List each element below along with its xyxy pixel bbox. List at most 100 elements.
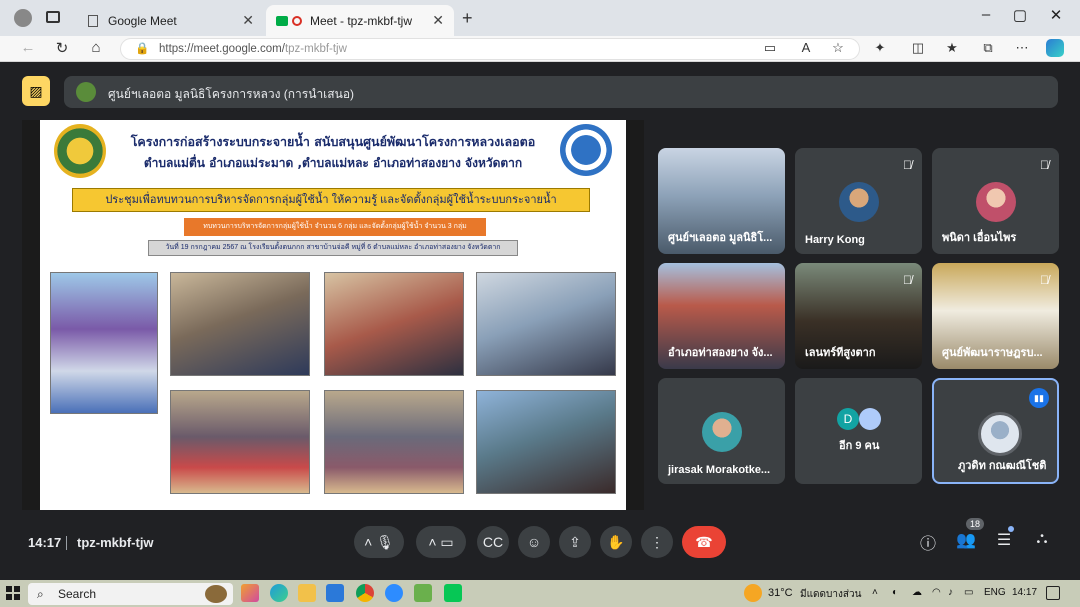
search-label: Search xyxy=(58,587,97,601)
copilot-icon[interactable] xyxy=(1046,39,1064,57)
meet-logo-icon xyxy=(276,15,288,26)
clock[interactable]: 14:17 xyxy=(1012,587,1037,598)
mail-app-icon[interactable] xyxy=(326,584,344,602)
participant-tile[interactable]: 🎙̸ Harry Kong xyxy=(795,148,922,254)
recording-icon xyxy=(292,15,302,26)
participant-tile-speaking[interactable]: ▮▮ ภูวดิท กณฒณีโชติ xyxy=(932,378,1059,484)
favorites-icon[interactable]: ★ xyxy=(942,40,962,56)
presenter-name: ศูนย์ฯเลอตอ มูลนิธิโครงการหลวง (การนำเสน… xyxy=(108,87,355,101)
participant-tile[interactable]: jirasak Morakotke... xyxy=(658,378,785,484)
address-toolbar: ← ↻ ⌂ 🔒 https://meet.google.com/tpz-mkbf… xyxy=(0,36,1080,62)
more-options-button[interactable]: ⋮ xyxy=(641,526,673,558)
weather-desc[interactable]: มีแดดบางส่วน xyxy=(800,587,861,602)
meet-call-area: ▨ ศูนย์ฯเลอตอ มูลนิธิโครงการหลวง (การนำเ… xyxy=(0,62,1080,580)
participant-tile[interactable]: D อีก 9 คน xyxy=(795,378,922,484)
close-window-icon[interactable]: ✕ xyxy=(1044,6,1068,24)
participant-tile[interactable]: 🎙̸ เลนทร์ทีสูงตาก xyxy=(795,263,922,369)
people-icon[interactable]: 👥 xyxy=(953,530,979,550)
participant-name: เลนทร์ทีสูงตาก xyxy=(805,347,876,359)
app-icon[interactable] xyxy=(414,584,432,602)
profile-icon[interactable] xyxy=(14,9,32,27)
raise-hand-button[interactable]: ✋ xyxy=(600,526,632,558)
mic-off-icon: 🎙̸ xyxy=(903,273,912,287)
stop-presenting-button[interactable]: ▨ xyxy=(22,76,50,106)
new-tab-button[interactable]: + xyxy=(462,8,473,29)
slide-photo xyxy=(170,272,310,376)
minimize-icon[interactable]: – xyxy=(974,6,998,23)
chat-icon[interactable]: ☰ xyxy=(991,530,1017,550)
start-icon[interactable] xyxy=(6,586,20,600)
present-button[interactable]: ⇪ xyxy=(559,526,591,558)
wifi-icon[interactable]: ◠ xyxy=(932,587,941,598)
captions-button[interactable]: CC xyxy=(477,526,509,558)
address-input[interactable]: 🔒 https://meet.google.com/tpz-mkbf-tjw xyxy=(120,38,860,60)
notifications-icon[interactable] xyxy=(1046,586,1060,600)
participant-tile[interactable]: 🎙̸ พนิดา เอื่อนไพร xyxy=(932,148,1059,254)
camera-in-use-icon[interactable]: ▭ xyxy=(760,40,780,56)
participant-name: ศูนย์ฯเลอตอ มูลนิธิโ... xyxy=(668,232,773,244)
tab-google-meet[interactable]: Google Meet ✕ xyxy=(78,5,264,36)
copilot-app-icon[interactable] xyxy=(241,584,259,602)
participant-tile[interactable]: อำเภอท่าสองยาง จัง... xyxy=(658,263,785,369)
windows-taskbar: ⌕ Search 31°C มีแดดบางส่วน ˄ ◐ ☁ ◠ ♪ ▭ E… xyxy=(0,580,1080,607)
tray-apps-icon[interactable]: ◐ xyxy=(892,587,898,598)
weather-icon xyxy=(744,584,762,602)
lock-icon: 🔒 xyxy=(135,43,150,55)
collections-icon[interactable]: ⧉ xyxy=(978,40,998,56)
activities-icon[interactable]: ⛬ xyxy=(1029,530,1055,548)
slide-subheading-box: ทบทวนการบริหารจัดการกลุ่มผู้ใช้น้ำ จำนวน… xyxy=(184,218,486,236)
camera-button[interactable]: ˄ ▭ xyxy=(416,526,466,558)
participant-avatar xyxy=(978,412,1022,456)
end-call-button[interactable]: ☎ xyxy=(682,526,726,558)
more-icon[interactable]: ⋯ xyxy=(1012,40,1032,56)
others-initial-avatar: D xyxy=(837,408,859,430)
presenter-avatar xyxy=(76,82,96,102)
maximize-icon[interactable]: ▢ xyxy=(1008,6,1032,24)
onedrive-icon[interactable]: ☁ xyxy=(912,587,922,598)
read-aloud-icon[interactable]: A xyxy=(796,40,816,55)
slide-photo xyxy=(476,272,616,376)
slide-date-box: วันที่ 19 กรกฎาคม 2567 ณ โรงเรียนตั้งตนก… xyxy=(148,240,518,256)
zoom-app-icon[interactable] xyxy=(385,584,403,602)
mic-button[interactable]: ˄ 🎙 xyxy=(354,526,404,558)
back-icon[interactable]: ← xyxy=(18,39,38,56)
close-tab-icon[interactable]: ✕ xyxy=(432,12,444,29)
favorite-icon[interactable]: ☆ xyxy=(828,40,848,56)
participant-name: jirasak Morakotke... xyxy=(668,464,771,476)
tab-title: Google Meet xyxy=(108,13,177,28)
slide-photo xyxy=(324,272,464,376)
weather-temp[interactable]: 31°C xyxy=(768,587,793,599)
slide-photo xyxy=(476,390,616,494)
taskbar-search-box[interactable]: ⌕ Search xyxy=(28,583,233,605)
participant-tile[interactable]: 🎙̸ ศูนย์พัฒนาราษฎรบ... xyxy=(932,263,1059,369)
participant-tile[interactable]: ศูนย์ฯเลอตอ มูลนิธิโ... xyxy=(658,148,785,254)
browser-tab-bar: Google Meet ✕ Meet - tpz-mkbf-tjw ✕ + – … xyxy=(0,0,1080,36)
home-icon[interactable]: ⌂ xyxy=(86,39,106,56)
mic-off-icon: 🎙̸ xyxy=(903,158,912,172)
tab-actions-icon[interactable] xyxy=(46,11,60,23)
language-indicator[interactable]: ENG xyxy=(984,587,1006,598)
chrome-app-icon[interactable] xyxy=(356,584,374,602)
volume-icon[interactable]: ♪ xyxy=(948,587,953,598)
url-prefix: https://meet.google.com/ xyxy=(159,43,285,55)
line-app-icon[interactable] xyxy=(444,584,462,602)
mic-off-icon: 🎙̸ xyxy=(1040,158,1049,172)
tab-meet-call[interactable]: Meet - tpz-mkbf-tjw ✕ xyxy=(266,5,454,36)
participant-count-badge: 18 xyxy=(966,518,985,530)
tray-chevron-icon[interactable]: ˄ xyxy=(872,587,878,598)
close-tab-icon[interactable]: ✕ xyxy=(242,12,254,29)
slide-title-line-1: โครงการก่อสร้างระบบกระจายน้ำ สนับสนุนศูน… xyxy=(130,134,536,149)
meeting-details-icon[interactable]: ⓘ xyxy=(915,530,941,554)
tab-title: Meet - tpz-mkbf-tjw xyxy=(310,13,413,28)
edge-app-icon[interactable] xyxy=(270,584,288,602)
chat-unread-dot xyxy=(1008,526,1014,532)
presenter-banner: ศูนย์ฯเลอตอ มูลนิธิโครงการหลวง (การนำเสน… xyxy=(64,76,1058,108)
refresh-icon[interactable]: ↻ xyxy=(52,39,72,57)
reactions-button[interactable]: ☺ xyxy=(518,526,550,558)
battery-icon[interactable]: ▭ xyxy=(964,587,973,598)
extensions-icon[interactable]: ✦ xyxy=(870,40,890,56)
slide-photo xyxy=(170,390,310,494)
split-screen-icon[interactable]: ◫ xyxy=(908,40,928,56)
page-icon xyxy=(88,14,98,27)
file-explorer-icon[interactable] xyxy=(298,584,316,602)
